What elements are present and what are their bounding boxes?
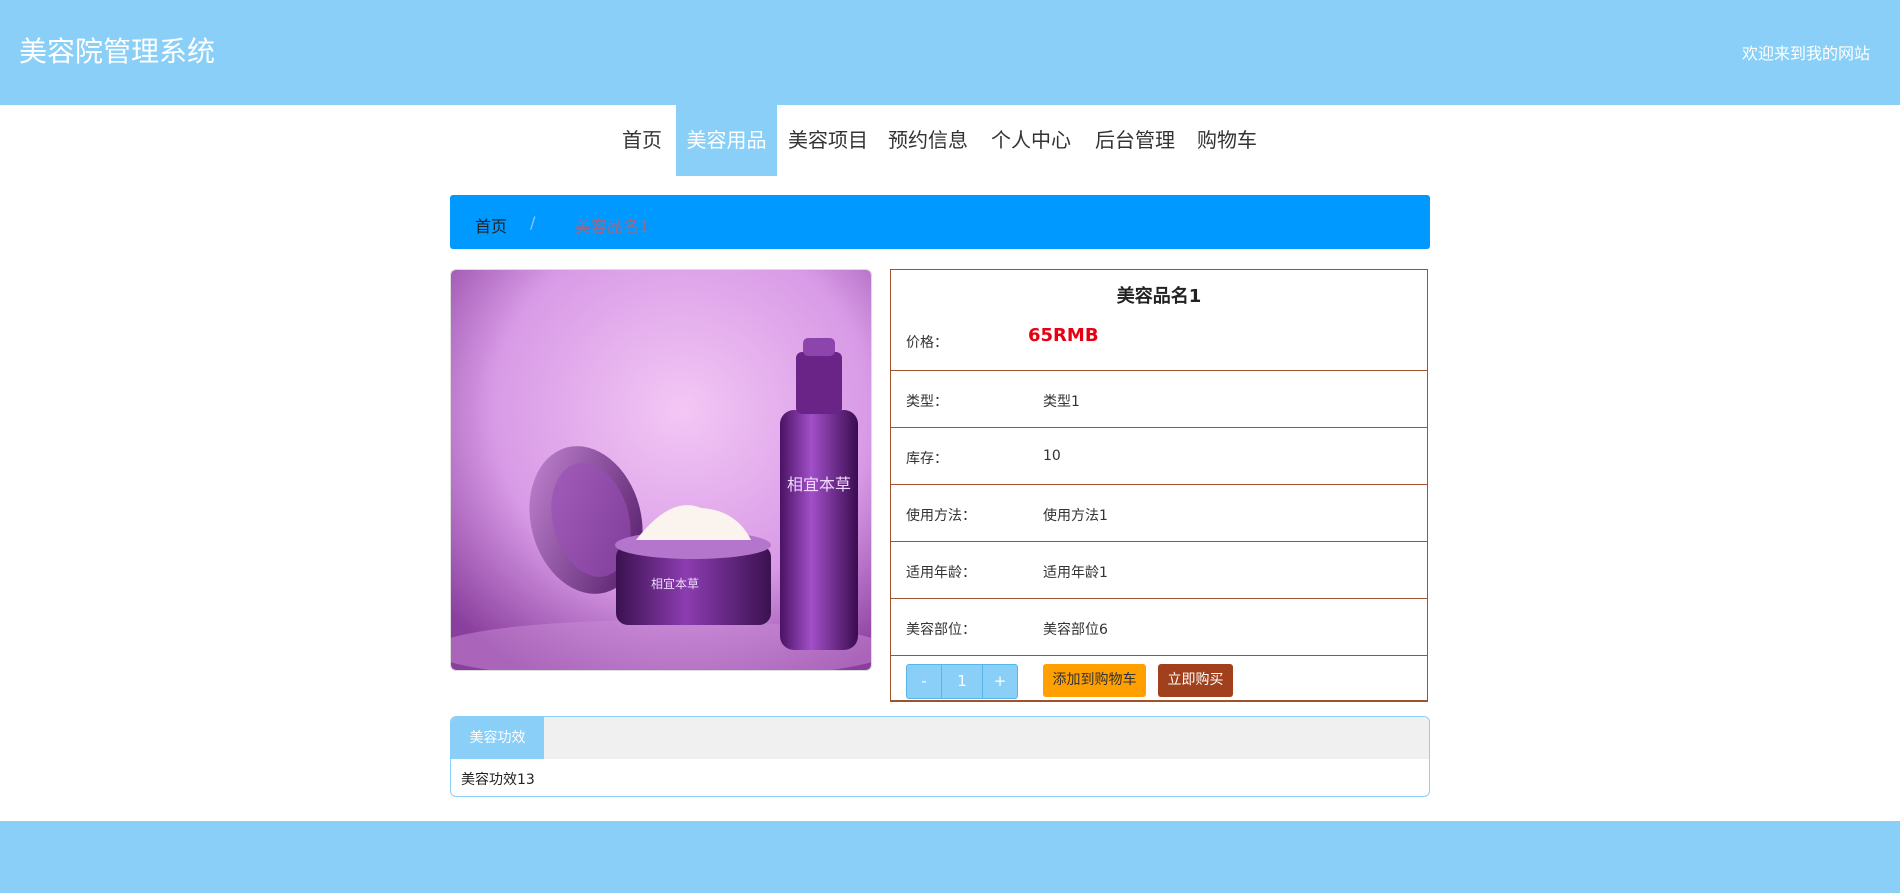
- detail-value: 美容部位6: [1043, 622, 1108, 638]
- detail-value: 适用年龄1: [1043, 565, 1108, 581]
- site-title: 美容院管理系统: [19, 35, 216, 68]
- svg-text:相宜本草: 相宜本草: [651, 576, 699, 591]
- product-image: 相宜本草 相宜本草: [450, 269, 872, 671]
- detail-label: 使用方法：: [906, 508, 976, 524]
- welcome-text: 欢迎来到我的网站: [1741, 44, 1870, 63]
- detail-row-age: 适用年龄： 适用年龄1: [891, 541, 1427, 598]
- nav-item-appointments[interactable]: 预约信息: [880, 105, 976, 176]
- price-label: 价格：: [906, 335, 948, 351]
- detail-label: 美容部位：: [906, 622, 976, 638]
- product-tabs: 美容功效 美容功效13: [450, 716, 1430, 797]
- detail-row-stock: 库存： 10: [891, 427, 1427, 484]
- site-header: 美容院管理系统 欢迎来到我的网站: [0, 0, 1900, 105]
- detail-row-usage: 使用方法： 使用方法1: [891, 484, 1427, 541]
- detail-label: 适用年龄：: [906, 565, 976, 581]
- detail-label: 库存：: [906, 451, 948, 467]
- nav-item-personal-center[interactable]: 个人中心: [981, 105, 1081, 176]
- breadcrumb-separator: /: [530, 213, 536, 232]
- detail-label: 类型：: [906, 394, 948, 410]
- nav-item-cart[interactable]: 购物车: [1190, 105, 1264, 176]
- tab-bar: 美容功效: [451, 717, 1429, 759]
- nav-item-home[interactable]: 首页: [612, 105, 672, 176]
- detail-row-type: 类型： 类型1: [891, 370, 1427, 427]
- tab-beauty-effect[interactable]: 美容功效: [451, 717, 544, 759]
- site-footer: [0, 821, 1900, 893]
- product-name: 美容品名1: [1116, 286, 1202, 307]
- decrease-quantity-button[interactable]: -: [907, 665, 942, 698]
- product-detail-panel: 美容品名1 价格： 65RMB 类型： 类型1 库存： 10 使用方法： 使用方…: [890, 269, 1428, 702]
- detail-row-body-part: 美容部位： 美容部位6: [891, 598, 1427, 655]
- detail-value: 类型1: [1043, 394, 1080, 410]
- nav-item-beauty-projects[interactable]: 美容项目: [781, 105, 875, 176]
- main-nav: 首页 美容用品 美容项目 预约信息 个人中心 后台管理 购物车: [0, 105, 1900, 176]
- add-to-cart-button[interactable]: 添加到购物车: [1043, 664, 1146, 697]
- nav-item-beauty-products[interactable]: 美容用品: [676, 105, 777, 176]
- price-value: 65RMB: [1028, 325, 1099, 346]
- buy-now-button[interactable]: 立即购买: [1158, 664, 1233, 697]
- nav-item-admin[interactable]: 后台管理: [1085, 105, 1185, 176]
- bottle-brand-mark: 相宜本草: [787, 475, 851, 494]
- quantity-input[interactable]: [942, 665, 982, 698]
- detail-value: 10: [1043, 448, 1061, 464]
- increase-quantity-button[interactable]: +: [982, 665, 1017, 698]
- breadcrumb-current: 美容品名1: [575, 217, 650, 236]
- tab-content: 美容功效13: [461, 772, 535, 788]
- breadcrumb-home-link[interactable]: 首页: [475, 213, 507, 237]
- breadcrumb: 首页 / 美容品名1: [450, 195, 1430, 249]
- detail-value: 使用方法1: [1043, 508, 1108, 524]
- quantity-stepper: - +: [906, 664, 1018, 699]
